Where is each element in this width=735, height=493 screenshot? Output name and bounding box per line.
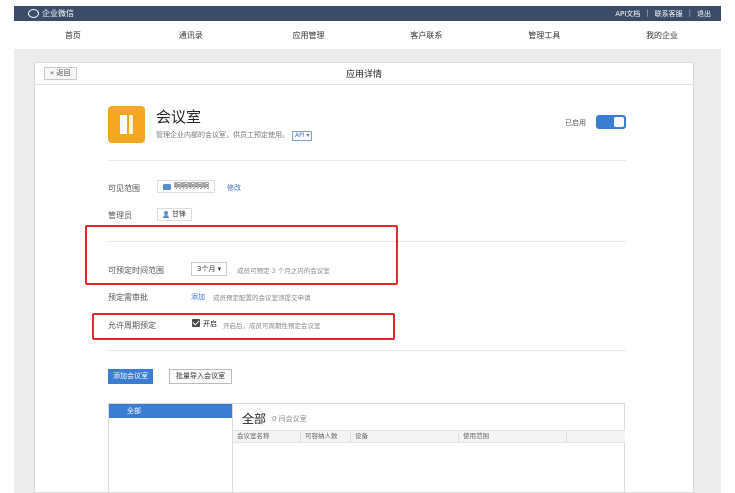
divider: | [646, 8, 649, 17]
nav-item-contacts[interactable]: 通讯录 [132, 30, 250, 41]
room-count: 0 间会议室 [272, 415, 307, 423]
room-list-title: 全部 [242, 412, 267, 426]
app-name: 会议室 [156, 108, 202, 126]
approval-hint: 成员预定配置的会议室须提交申请 [213, 294, 311, 302]
brand-name: 企业微信 [42, 9, 74, 18]
room-table-header: 会议室名称 可容纳人数 设备 使用范围 [233, 430, 625, 443]
column-header: 可容纳人数 [301, 431, 351, 442]
nav-item-customers[interactable]: 客户联系 [367, 30, 485, 41]
highlight-box [85, 225, 398, 285]
column-header: 会议室名称 [233, 431, 301, 442]
add-approval-link[interactable]: 添加 [191, 292, 205, 302]
user-icon [163, 211, 169, 218]
column-header: 使用范围 [459, 431, 567, 442]
page-title: 应用详情 [345, 70, 382, 80]
status-label: 已启用 [565, 119, 586, 127]
meeting-room-app-icon [108, 106, 145, 143]
nav-item-tools[interactable]: 管理工具 [485, 30, 603, 41]
nav-item-home[interactable]: 首页 [14, 30, 132, 41]
folder-icon [163, 183, 171, 190]
visibility-label: 可见范围 [108, 184, 140, 193]
category-all[interactable]: 全部 [109, 404, 232, 418]
room-panel: 全部 全部 0 间会议室 会议室名称 可容纳人数 设备 使用范围 [108, 403, 625, 493]
api-dropdown[interactable]: API ▾ [292, 131, 313, 141]
nav-item-my-company[interactable]: 我的企业 [603, 30, 721, 41]
nav-item-apps[interactable]: 应用管理 [250, 30, 368, 41]
divider: | [688, 8, 691, 17]
main-nav: 首页 通讯录 应用管理 客户联系 管理工具 我的企业 [14, 21, 721, 50]
logout-link[interactable]: 退出 [697, 9, 711, 19]
back-button[interactable]: « 返回 [44, 67, 77, 80]
card-header: « 返回 应用详情 [35, 63, 693, 85]
enable-toggle[interactable] [596, 115, 626, 129]
wecom-logo-icon [28, 9, 39, 18]
column-header: 设备 [351, 431, 459, 442]
approval-label: 预定需审批 [108, 293, 148, 302]
api-docs-link[interactable]: API文档 [615, 9, 640, 19]
brand[interactable]: 企业微信 [28, 8, 74, 19]
admin-chip: 甘锋 [157, 208, 192, 221]
app-description-text: 管理企业内部的会议室，供员工预定使用。 [156, 131, 289, 139]
add-room-button[interactable]: 添加会议室 [108, 369, 153, 384]
visibility-chip: 啊啊啊啊啊 [157, 180, 215, 193]
visibility-value: 啊啊啊啊啊 [174, 182, 209, 190]
app-summary: 会议室 管理企业内部的会议室，供员工预定使用。 API ▾ 已启用 [108, 106, 628, 144]
divider [108, 350, 626, 351]
contact-support-link[interactable]: 联系客服 [655, 9, 683, 19]
batch-import-button[interactable]: 批量导入会议室 [169, 369, 232, 384]
highlight-box [92, 313, 395, 340]
edit-visibility-link[interactable]: 修改 [227, 183, 241, 193]
admin-label: 管理员 [108, 211, 132, 220]
top-links: API文档 | 联系客服 | 退出 [615, 9, 711, 19]
divider [108, 160, 626, 161]
room-category-list: 全部 [109, 404, 233, 493]
top-bar: 企业微信 API文档 | 联系客服 | 退出 [14, 6, 721, 21]
admin-value: 甘锋 [172, 210, 186, 218]
app-description: 管理企业内部的会议室，供员工预定使用。 API ▾ [156, 130, 313, 141]
